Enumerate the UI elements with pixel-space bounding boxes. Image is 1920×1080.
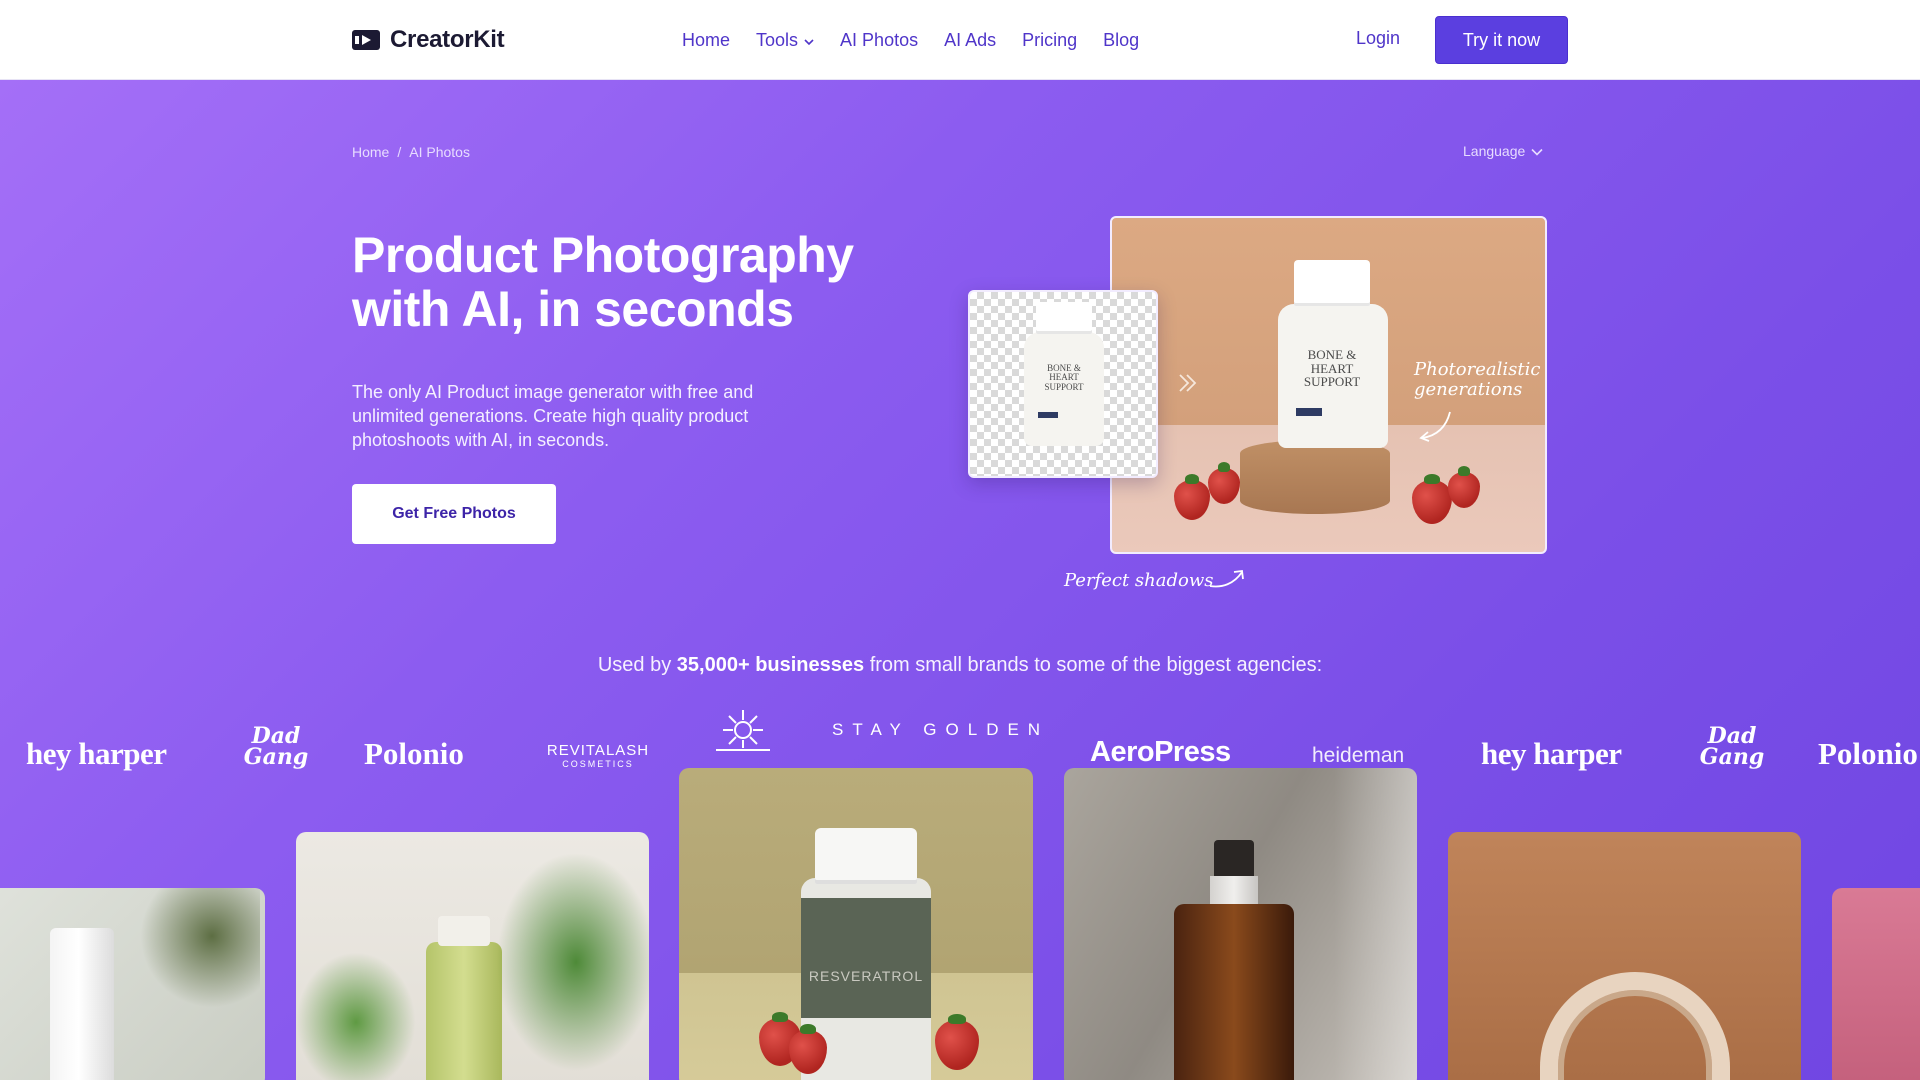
- hero-title-line-1: Product Photography: [352, 227, 854, 283]
- product-cutout: BONE & HEART SUPPORT: [968, 290, 1158, 478]
- nav-ai-photos-label: AI Photos: [840, 29, 919, 50]
- strawberry: [1412, 474, 1452, 524]
- gallery-card-ring: [1448, 832, 1801, 1080]
- gallery-card-pink: [1832, 888, 1920, 1080]
- used-by-suffix: from small brands to some of the biggest…: [864, 654, 1323, 676]
- strawberry: [1208, 462, 1240, 504]
- photorealistic-caption: Photorealistic generations: [1414, 360, 1540, 400]
- brand-dad-gang: Dad Gang: [243, 723, 309, 770]
- photorealistic-line-2: generations: [1414, 379, 1523, 400]
- curved-arrow-icon: [1209, 569, 1244, 588]
- login-link[interactable]: Login: [1356, 28, 1400, 49]
- brand-revitalash: REVITALASH COSMETICS: [538, 742, 658, 769]
- brand-dad-gang: Dad Gang: [1699, 723, 1765, 770]
- brand-polonio: Polonio: [364, 736, 464, 771]
- gallery-card-juice: [296, 832, 649, 1080]
- main-nav: Home Tools AI Photos AI Ads Pricing Blog: [682, 0, 1139, 80]
- get-free-photos-button[interactable]: Get Free Photos: [352, 484, 556, 544]
- brand-logo[interactable]: CreatorKit: [352, 26, 505, 54]
- hero-title-line-2: with AI, in seconds: [352, 281, 794, 337]
- chevron-down-icon: [1531, 143, 1543, 159]
- supplement-bottle: BONE & HEART SUPPORT: [1024, 302, 1104, 446]
- hero-description: The only AI Product image generator with…: [352, 382, 754, 450]
- try-it-now-button[interactable]: Try it now: [1435, 16, 1568, 64]
- sunburst-logo-icon: [716, 710, 770, 751]
- nav-pricing[interactable]: Pricing: [1022, 30, 1077, 51]
- cutout-label-line-3: SUPPORT: [1044, 381, 1084, 392]
- brand-hey-harper: hey harper: [26, 736, 167, 771]
- brand-revitalash-sub: COSMETICS: [562, 759, 634, 769]
- nav-blog-label: Blog: [1103, 29, 1140, 50]
- nav-tools[interactable]: Tools: [756, 30, 814, 51]
- chevron-down-icon: [804, 30, 814, 51]
- brand-revitalash-name: REVITALASH: [546, 742, 650, 759]
- nav-ai-ads[interactable]: AI Ads: [944, 30, 996, 51]
- logo-play-icon: [352, 30, 380, 50]
- strawberry: [935, 1014, 979, 1070]
- curved-arrow-icon: [1419, 411, 1451, 442]
- wooden-pedestal: [1240, 440, 1390, 514]
- used-by-highlight: 35,000+ businesses: [676, 654, 865, 676]
- perfect-shadows-caption: Perfect shadows: [1064, 570, 1214, 591]
- brand-name: CreatorKit: [390, 26, 505, 53]
- used-by-text: Used by 35,000+ businesses from small br…: [0, 654, 1920, 677]
- brand-heideman: heideman: [1312, 744, 1405, 767]
- nav-ai-ads-label: AI Ads: [944, 29, 997, 50]
- top-navbar: CreatorKit Home Tools AI Photos AI Ads P…: [0, 0, 1920, 80]
- nav-tools-label: Tools: [756, 29, 799, 50]
- breadcrumb: Home / AI Photos: [352, 144, 470, 160]
- hero-section: Home / AI Photos Language Product Photog…: [0, 80, 1920, 1080]
- bottle-label-line-3: SUPPORT: [1303, 374, 1361, 390]
- breadcrumb-current: AI Photos: [409, 144, 470, 160]
- used-by-prefix: Used by: [597, 654, 677, 676]
- double-chevron-icon: [1179, 374, 1197, 392]
- language-label: Language: [1463, 143, 1526, 159]
- brand-aeropress: AeroPress: [1090, 736, 1231, 768]
- strawberry: [1448, 466, 1480, 508]
- nav-ai-photos[interactable]: AI Photos: [840, 30, 918, 51]
- brand-hey-harper: hey harper: [1481, 736, 1622, 771]
- gallery-card-resveratrol: RESVERATROL: [679, 768, 1033, 1080]
- strawberry: [1174, 474, 1210, 520]
- gallery-card-tube: [0, 888, 265, 1080]
- hero-title: Product Photography with AI, in seconds: [352, 228, 912, 336]
- nav-blog[interactable]: Blog: [1103, 30, 1139, 51]
- gallery-card-whiskey: [1064, 768, 1417, 1080]
- nav-home-label: Home: [682, 29, 731, 50]
- generated-product-photo: BONE & HEART SUPPORT Photorealistic gene…: [1110, 216, 1547, 554]
- breadcrumb-home[interactable]: Home: [352, 144, 389, 160]
- brand-polonio: Polonio: [1818, 736, 1918, 771]
- brand-stay-golden: STAY GOLDEN: [832, 720, 1050, 739]
- language-selector[interactable]: Language: [1463, 143, 1543, 159]
- supplement-bottle: BONE & HEART SUPPORT: [1278, 260, 1388, 448]
- nav-pricing-label: Pricing: [1022, 29, 1078, 50]
- resveratrol-label: RESVERATROL: [808, 968, 924, 984]
- breadcrumb-separator: /: [397, 144, 402, 160]
- photorealistic-line-1: Photorealistic: [1414, 359, 1541, 380]
- nav-home[interactable]: Home: [682, 30, 730, 51]
